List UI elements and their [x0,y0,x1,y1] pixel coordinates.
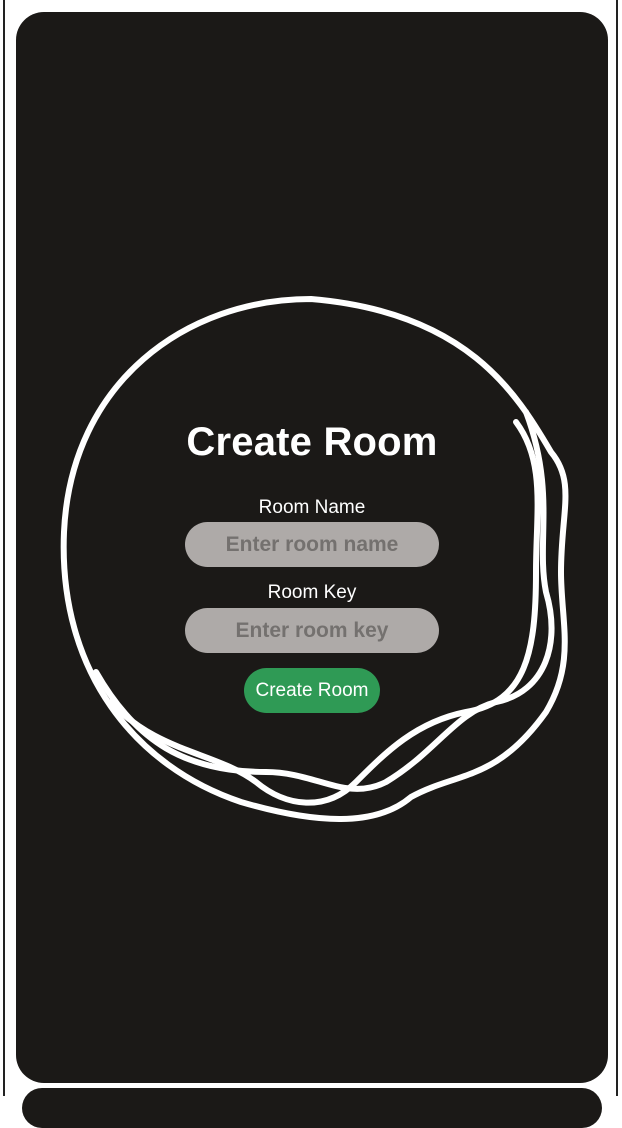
create-room-card: Create Room Room Name Room Key Create Ro… [16,12,608,1083]
room-name-input[interactable] [185,522,439,567]
create-room-button[interactable]: Create Room [244,668,380,713]
next-card-edge [22,1088,602,1128]
room-name-label: Room Name [258,497,366,518]
room-key-label: Room Key [267,582,357,603]
page-title: Create Room [186,420,438,464]
room-key-input[interactable] [185,608,439,653]
frame-border-right [616,0,618,1096]
frame-border-left [3,0,5,1096]
